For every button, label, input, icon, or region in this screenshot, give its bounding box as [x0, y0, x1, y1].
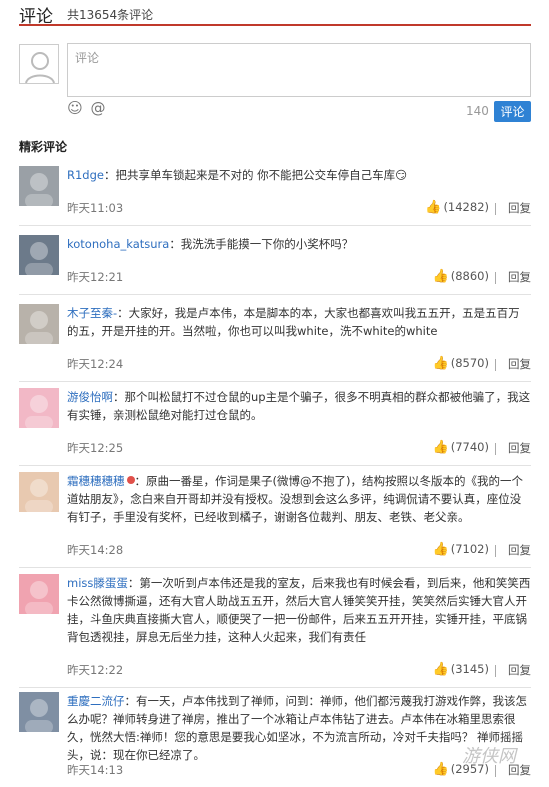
commenter-avatar[interactable]	[19, 692, 59, 732]
divider	[495, 203, 496, 215]
commenter-avatar[interactable]	[19, 574, 59, 614]
comment-item: 游俊怡啊：那个叫松鼠打不过仓鼠的up主是个骗子，很多不明真相的群众都被他骗了，我…	[19, 388, 531, 466]
thumbs-up-icon: 👍	[432, 440, 449, 455]
thumbs-up-icon: 👍	[432, 662, 449, 677]
commenter-avatar[interactable]	[19, 235, 59, 275]
commenter-avatar[interactable]	[19, 388, 59, 428]
comment-time: 昨天11:03	[67, 201, 124, 215]
like-button[interactable]: 👍 (8860)	[433, 269, 489, 284]
comment-time: 昨天12:24	[67, 357, 124, 371]
commenter-username[interactable]: miss滕蛋蛋	[67, 576, 128, 590]
commenter-username[interactable]: 木子至秦-	[67, 306, 117, 320]
commenter-avatar[interactable]	[19, 166, 59, 206]
thumbs-up-icon: 👍	[432, 762, 449, 777]
comment-body: 游俊怡啊：那个叫松鼠打不过仓鼠的up主是个骗子，很多不明真相的群众都被他骗了，我…	[67, 388, 531, 424]
comment-time: 昨天12:21	[67, 270, 124, 284]
submit-comment-button[interactable]: 评论	[494, 101, 531, 122]
user-silhouette-icon	[20, 45, 58, 83]
comment-time: 昨天14:28	[67, 543, 124, 557]
comment-text: ：大家好，我是卢本伟，本是脚本的本，大家也都喜欢叫我五五开，五是五百万的五，开是…	[67, 306, 520, 338]
comment-text: ：有一天，卢本伟找到了禅师，问到：禅师，他们都污蔑我打游戏作弊，我该怎么办呢？禅…	[67, 694, 527, 762]
thumbs-up-icon: 👍	[432, 269, 449, 284]
comments-count: 共13654条评论	[67, 8, 154, 22]
divider	[495, 443, 496, 455]
reply-button[interactable]: 回复	[508, 542, 531, 558]
reply-button[interactable]: 回复	[508, 356, 531, 372]
like-count: (8860)	[450, 269, 489, 283]
reply-button[interactable]: 回复	[508, 269, 531, 285]
commenter-username[interactable]: 重慶二流仔	[67, 694, 125, 708]
at-sign-icon[interactable]: @	[89, 99, 107, 117]
comment-text: ：把共享单车锁起来是不对的 你不能把公交车停自己车库	[103, 168, 396, 182]
comment-item: 重慶二流仔：有一天，卢本伟找到了禅师，问到：禅师，他们都污蔑我打游戏作弊，我该怎…	[19, 692, 531, 787]
watermark: 游侠网	[462, 746, 516, 767]
comment-body: kotonoha_katsura：我洗洗手能摸一下你的小奖杯吗？	[67, 235, 531, 253]
divider	[495, 545, 496, 557]
comment-text: ：原曲一番星，作词是果子(微博@不抱了)，结构按照以冬版本的《我的一个道姑朋友》…	[67, 474, 523, 524]
comment-time: 昨天12:22	[67, 663, 124, 677]
comment-time: 昨天14:13	[67, 763, 124, 777]
comments-title: 评论	[19, 7, 53, 27]
comment-body: 木子至秦-：大家好，我是卢本伟，本是脚本的本，大家也都喜欢叫我五五开，五是五百万…	[67, 304, 531, 340]
comment-item: 霜穗穗穗穗 ：原曲一番星，作词是果子(微博@不抱了)，结构按照以冬版本的《我的一个…	[19, 472, 531, 568]
divider	[495, 359, 496, 371]
featured-comments-title: 精彩评论	[19, 140, 68, 154]
comment-body: miss滕蛋蛋：第一次听到卢本伟还是我的室友，后来我也有时候会看，到后来，他和笑…	[67, 574, 531, 646]
current-user-avatar	[19, 44, 59, 84]
char-count: 140	[466, 104, 489, 118]
commenter-username[interactable]: 游俊怡啊	[67, 390, 113, 404]
like-button[interactable]: 👍 (3145)	[433, 662, 489, 677]
reply-button[interactable]: 回复	[508, 662, 531, 678]
like-count: (3145)	[450, 662, 489, 676]
divider	[495, 272, 496, 284]
reply-button[interactable]: 回复	[508, 200, 531, 216]
smirk-emoji-icon: 😏	[395, 168, 408, 182]
comment-body: 霜穗穗穗穗 ：原曲一番星，作词是果子(微博@不抱了)，结构按照以冬版本的《我的一个…	[67, 472, 531, 526]
like-count: (7102)	[450, 542, 489, 556]
comment-text: ：那个叫松鼠打不过仓鼠的up主是个骗子，很多不明真相的群众都被他骗了，我这有实锤…	[67, 390, 531, 422]
like-count: (8570)	[450, 356, 489, 370]
comment-item: R1dge：把共享单车锁起来是不对的 你不能把公交车停自己车库😏 昨天11:03 👍…	[19, 166, 531, 226]
commenter-username[interactable]: 霜穗穗穗穗	[67, 474, 125, 488]
comment-input[interactable]: 评论	[67, 43, 531, 97]
comment-item: miss滕蛋蛋：第一次听到卢本伟还是我的室友，后来我也有时候会看，到后来，他和笑…	[19, 574, 531, 688]
comments-header: 评论 共13654条评论	[19, 0, 531, 27]
user-badge-icon	[126, 476, 135, 484]
like-count: (14282)	[443, 200, 489, 214]
comment-time: 昨天12:25	[67, 441, 124, 455]
commenter-avatar[interactable]	[19, 304, 59, 344]
thumbs-up-icon: 👍	[432, 542, 449, 557]
comment-item: 木子至秦-：大家好，我是卢本伟，本是脚本的本，大家也都喜欢叫我五五开，五是五百万…	[19, 304, 531, 382]
smiley-icon[interactable]: ☺	[66, 99, 84, 117]
like-count: (7740)	[450, 440, 489, 454]
like-button[interactable]: 👍 (7102)	[433, 542, 489, 557]
commenter-username[interactable]: kotonoha_katsura	[67, 237, 169, 251]
thumbs-up-icon: 👍	[432, 356, 449, 371]
divider	[495, 665, 496, 677]
thumbs-up-icon: 👍	[425, 200, 442, 215]
comment-item: kotonoha_katsura：我洗洗手能摸一下你的小奖杯吗？ 昨天12:21 👍…	[19, 235, 531, 295]
like-button[interactable]: 👍 (8570)	[433, 356, 489, 371]
like-button[interactable]: 👍 (7740)	[433, 440, 489, 455]
comment-body: R1dge：把共享单车锁起来是不对的 你不能把公交车停自己车库😏	[67, 166, 531, 184]
commenter-avatar[interactable]	[19, 472, 59, 512]
comment-text: ：第一次听到卢本伟还是我的室友，后来我也有时候会看，到后来，他和笑笑西卡公然微博…	[67, 576, 531, 644]
comment-text: ：我洗洗手能摸一下你的小奖杯吗？	[169, 237, 354, 251]
reply-button[interactable]: 回复	[508, 440, 531, 456]
like-button[interactable]: 👍 (14282)	[425, 200, 489, 215]
commenter-username[interactable]: R1dge	[67, 168, 104, 182]
